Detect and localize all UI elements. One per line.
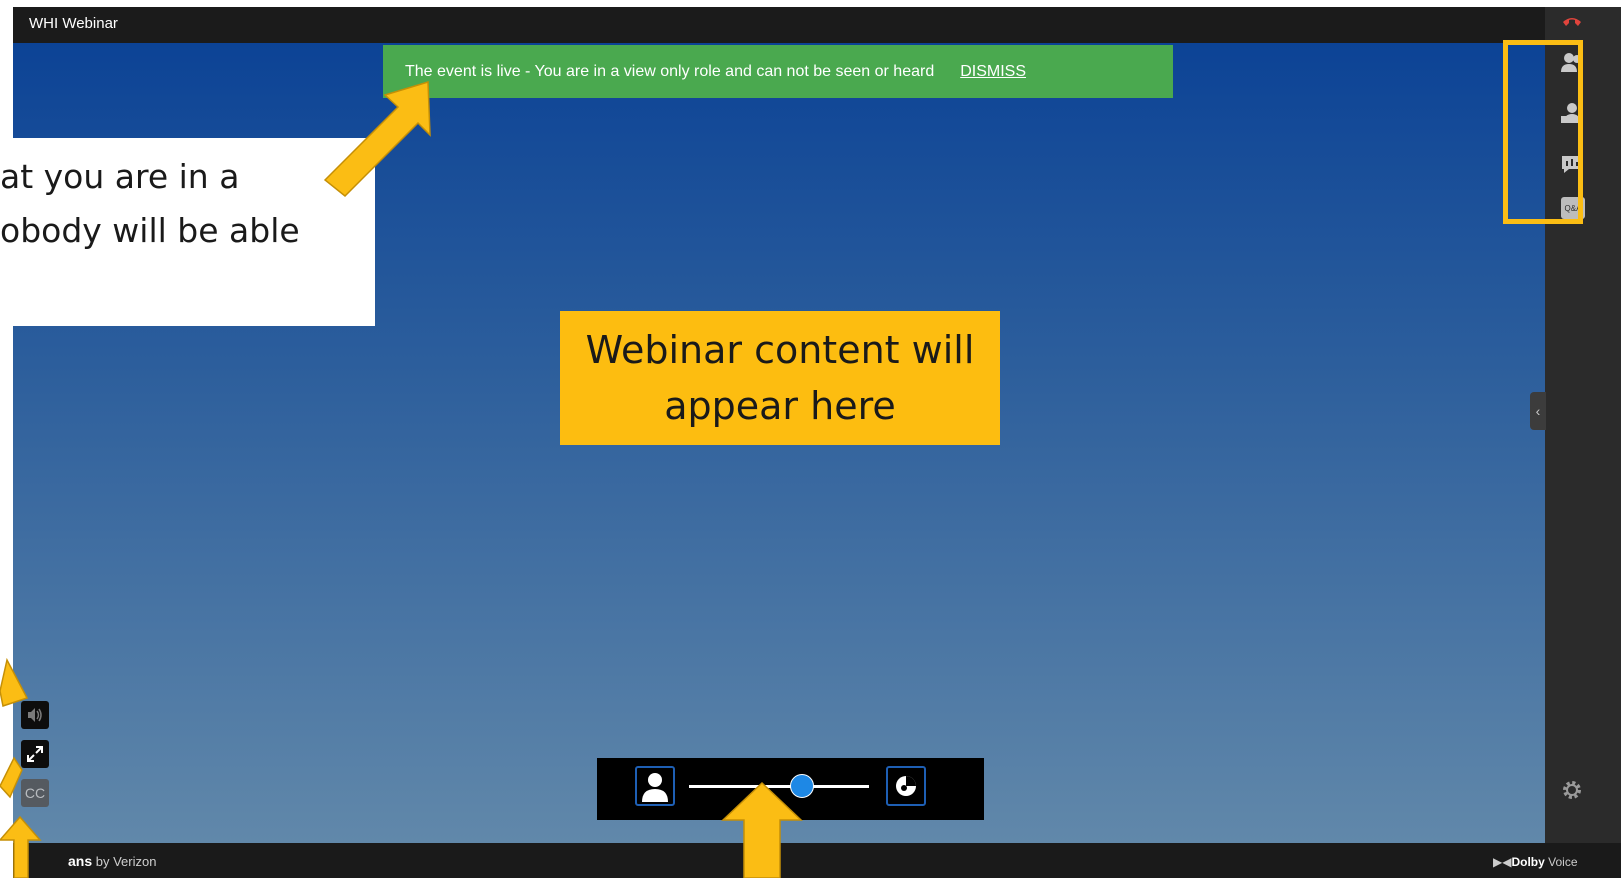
content-line-1: Webinar content will (585, 328, 975, 372)
footer-bar: ans by Verizon ▶◀Dolby Voice (13, 843, 1621, 878)
live-event-banner: The event is live - You are in a view on… (383, 45, 1173, 98)
dismiss-button[interactable]: DISMISS (960, 63, 1026, 81)
speaker-icon (28, 708, 42, 722)
banner-message: The event is live - You are in a view on… (405, 62, 935, 80)
chevron-left-icon: ‹ (1535, 403, 1541, 419)
webinar-stage: The event is live - You are in a view on… (0, 43, 1585, 843)
annotation-callout: at you are in a obody will be able (0, 138, 375, 326)
layout-slider-control (597, 758, 984, 820)
settings-icon[interactable] (1561, 779, 1583, 801)
person-view-button[interactable] (635, 766, 675, 806)
webinar-content-placeholder: Webinar content will appear here (560, 311, 1000, 445)
sidebar-collapse-toggle[interactable]: ‹ (1530, 392, 1546, 430)
callout-line-2: obody will be able (0, 211, 300, 250)
speaker-button[interactable] (21, 701, 49, 729)
webinar-app-window: WHI Webinar The event is live - You are … (0, 7, 1621, 878)
closed-captions-button[interactable]: CC (21, 779, 49, 807)
sidebar-highlight-box (1503, 40, 1583, 224)
fullscreen-icon (27, 746, 43, 762)
hang-up-icon[interactable] (1561, 13, 1583, 31)
fullscreen-button[interactable] (21, 740, 49, 768)
slider-track[interactable] (689, 785, 869, 788)
bluejeans-logo: ans by Verizon (68, 853, 157, 869)
slider-thumb[interactable] (790, 774, 814, 798)
content-view-button[interactable] (886, 766, 926, 806)
person-view-icon (642, 773, 668, 802)
callout-line-1: at you are in a (0, 157, 240, 196)
content-line-2: appear here (664, 384, 896, 428)
dolby-voice-logo: ▶◀Dolby Voice (1493, 855, 1578, 869)
content-view-icon (896, 776, 916, 796)
title-bar: WHI Webinar (13, 7, 1588, 43)
cc-label: CC (24, 785, 46, 801)
window-title: WHI Webinar (29, 15, 118, 32)
